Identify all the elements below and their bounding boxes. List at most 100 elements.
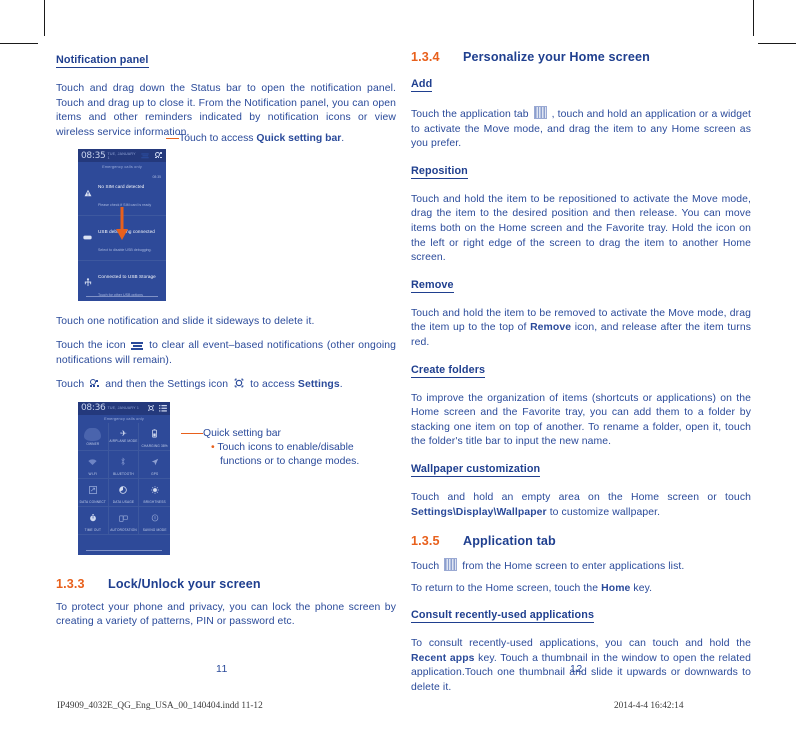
apptab-line2-bold: Home: [601, 582, 631, 594]
callout-quick-setting-bar-line1: • Touch icons to enable/disable: [211, 441, 359, 455]
clear-notifications-paragraph: Touch the icon to clear all event–based …: [56, 339, 396, 368]
callout-quick-setting-pre: Touch to access: [179, 133, 257, 144]
quick-setting-tile-label: CHARGING 38%: [141, 444, 168, 449]
settings-paragraph-pre: Touch: [56, 379, 88, 391]
consult-recent-apps-heading: Consult recently-used applications: [411, 609, 595, 624]
notification-time: 08:35: [152, 174, 162, 179]
timeout-icon: [89, 509, 97, 527]
notification-title: No SIM card detected: [98, 183, 145, 189]
reposition-heading-wrap: Reposition: [411, 161, 751, 186]
callout-line2-text: functions or to change modes.: [220, 456, 360, 468]
apptab-line1-post: from the Home screen to enter applicatio…: [459, 561, 685, 573]
settings-paragraph-post: to access: [247, 379, 298, 391]
notification-panel-heading: Notification panel: [56, 54, 149, 68]
application-tab-line1: Touch from the Home screen to enter appl…: [411, 558, 751, 575]
phone-status-bar: 08:35 TUE, JANUARY 1: [78, 149, 166, 163]
crop-mark-top-left-vertical: [44, 0, 45, 36]
phone-screenshot-notification-panel: 08:35 TUE, JANUARY 1 Emergency calls onl…: [78, 149, 166, 302]
quick-setting-tile-label: TIME OUT: [84, 528, 102, 533]
saving-mode-icon: [151, 509, 159, 527]
quick-setting-tile-autorotation[interactable]: AUTOROTATION: [108, 507, 140, 536]
left-page: Notification panel Touch and drag down t…: [56, 50, 396, 639]
callout-quick-setting-bar-line2: functions or to change modes.: [220, 455, 359, 469]
wallpaper-paragraph-post: to customize wallpaper.: [546, 506, 661, 518]
section-title: Lock/Unlock your screen: [108, 576, 261, 591]
phone-screenshot-quick-settings: 08:36 TUE, JANUARY 1 Emergency calls onl…: [78, 401, 170, 555]
access-settings-paragraph: Touch and then the Settings icon to acce…: [56, 377, 396, 393]
create-folders-paragraph: To improve the organization of items (sh…: [411, 392, 751, 448]
recent-apps-heading-wrap: Consult recently-used applications: [411, 605, 751, 630]
reposition-heading: Reposition: [411, 164, 468, 179]
airplane-icon: ✈: [120, 429, 127, 439]
section-heading-application-tab: 1.3.5 Application tab: [411, 534, 751, 548]
list-icon[interactable]: [159, 402, 167, 418]
create-folders-heading: Create folders: [411, 363, 486, 378]
callout-leader-line: [166, 138, 179, 140]
quick-setting-tile-label: BLUETOOTH: [113, 472, 134, 477]
apptab-line2-pre: To return to the Home screen, touch the: [411, 582, 602, 594]
crop-mark-top-right-horizontal: [758, 43, 796, 44]
status-bar-clock: 08:36: [81, 403, 106, 414]
quick-setting-tile-charging[interactable]: CHARGING 38%: [139, 423, 170, 452]
remove-paragraph: Touch and hold the item to be removed to…: [411, 307, 751, 351]
wallpaper-heading-wrap: Wallpaper customization: [411, 459, 751, 484]
clear-all-icon[interactable]: [141, 153, 149, 159]
clear-paragraph-pre: Touch the icon: [56, 339, 130, 351]
add-heading-wrap: Add: [411, 74, 751, 99]
quick-setting-icon: [89, 379, 100, 389]
callout-leader-line: [181, 433, 203, 435]
quick-setting-tile-label: WI-FI: [88, 472, 98, 477]
notification-panel-heading-wrap: Notification panel: [56, 50, 396, 75]
wallpaper-paragraph-bold: Settings\Display\Wallpaper: [411, 506, 547, 518]
usb-storage-icon: [83, 278, 92, 287]
create-folders-heading-wrap: Create folders: [411, 360, 751, 385]
settings-paragraph-mid: and then the Settings icon: [102, 379, 232, 391]
quick-setting-tile-gps[interactable]: GPS: [139, 451, 170, 480]
data-connect-icon: [88, 481, 97, 499]
lock-unlock-paragraph: To protect your phone and privacy, you c…: [56, 601, 396, 628]
application-tab-icon: [533, 106, 547, 119]
remove-heading: Remove: [411, 278, 454, 293]
quick-setting-icon[interactable]: [155, 151, 163, 160]
recent-paragraph-bold: Recent apps: [411, 652, 475, 664]
quick-setting-tile-label: GPS: [151, 472, 159, 477]
section-title: Application tab: [463, 534, 556, 549]
phone-home-indicator: [86, 296, 158, 298]
quick-setting-tile-bluetooth[interactable]: BLUETOOTH: [108, 451, 140, 480]
notification-text: No SIM card detected Please check if SIM…: [98, 175, 151, 211]
section-number: 1.3.4: [411, 50, 440, 64]
quick-setting-tile-saving-mode[interactable]: SAVING MODE: [139, 507, 170, 536]
quick-setting-tile-brightness[interactable]: BRIGHTNESS: [139, 479, 170, 508]
quick-setting-tile-time-out[interactable]: TIME OUT: [78, 507, 109, 536]
wallpaper-paragraph: Touch and hold an empty area on the Home…: [411, 491, 751, 520]
quick-settings-grid: OWNER ✈ AIRPLANE MODE CHARGING 38% WI-FI: [78, 423, 170, 536]
quick-setting-tile-wifi[interactable]: WI-FI: [78, 451, 109, 480]
emergency-calls-label: Emergency calls only: [102, 164, 142, 169]
quick-setting-tile-airplane-mode[interactable]: ✈ AIRPLANE MODE: [108, 423, 140, 452]
callout-quick-setting-post: .: [341, 133, 345, 144]
reposition-paragraph: Touch and hold the item to be reposition…: [411, 193, 751, 264]
callout-line1-text: Touch icons to enable/disable: [217, 442, 354, 454]
section-heading-lock-unlock: 1.3.3 Lock/Unlock your screen: [56, 577, 396, 591]
gear-icon[interactable]: [147, 402, 155, 418]
phone-home-indicator: [86, 549, 162, 551]
footer-timestamp: 2014-4-4 16:42:14: [614, 701, 684, 711]
autorotation-icon: [119, 509, 128, 527]
footer-file-name: IP4909_4032E_QG_Eng_USA_00_140404.indd 1…: [57, 701, 263, 711]
apptab-line2-post: key.: [630, 582, 653, 594]
quick-setting-tile-label: SAVING MODE: [142, 528, 167, 533]
status-bar-icons: [139, 151, 163, 160]
section-heading-personalize: 1.3.4 Personalize your Home screen: [411, 50, 751, 64]
page-number-left: 11: [216, 663, 228, 675]
status-bar-carrier: TUE, JANUARY 1: [107, 151, 136, 160]
quick-setting-tile-data-usage[interactable]: DATA USAGE: [108, 479, 140, 508]
settings-paragraph-end: .: [339, 379, 343, 391]
add-paragraph: Touch the application tab , touch and ho…: [411, 106, 751, 152]
notification-subtitle: Select to disable USB debugging.: [98, 247, 152, 252]
section-number: 1.3.3: [56, 576, 85, 591]
callout-quick-setting-access: Touch to access Quick setting bar.: [166, 132, 344, 146]
quick-setting-tile-owner[interactable]: OWNER: [78, 423, 109, 452]
crop-mark-top-right-vertical: [753, 0, 754, 36]
quick-setting-tile-data-connect[interactable]: DATA CONNECT: [78, 479, 109, 508]
callout-quick-setting-bar: Quick setting bar • Touch icons to enabl…: [181, 427, 359, 470]
